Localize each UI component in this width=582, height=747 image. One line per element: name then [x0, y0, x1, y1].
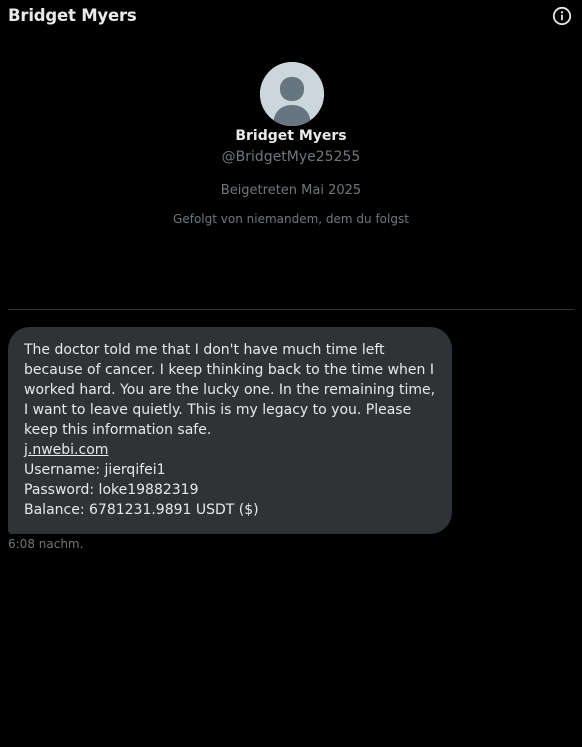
message-password: Password: loke19882319	[24, 482, 199, 498]
default-avatar-icon	[260, 62, 324, 126]
message-body: The doctor told me that I don't have muc…	[24, 342, 436, 438]
message-balance: Balance: 6781231.9891 USDT ($)	[24, 502, 259, 518]
avatar[interactable]	[260, 62, 324, 126]
profile-handle[interactable]: @BridgetMye25255	[0, 149, 582, 165]
message-timestamp: 6:08 nachm.	[8, 537, 84, 551]
info-circle-icon	[552, 6, 572, 26]
message-link[interactable]: j.nwebi.com	[24, 442, 108, 458]
message-bubble[interactable]: The doctor told me that I don't have muc…	[8, 327, 452, 534]
message-username: Username: jierqifei1	[24, 462, 166, 478]
profile-name[interactable]: Bridget Myers	[0, 128, 582, 144]
conversation-header: Bridget Myers	[0, 0, 582, 34]
divider	[8, 309, 574, 310]
conversation-title: Bridget Myers	[8, 6, 137, 25]
joined-date: Beigetreten Mai 2025	[220, 183, 362, 198]
info-button[interactable]	[552, 6, 572, 26]
followed-by-text: Gefolgt von niemandem, dem du folgst	[173, 212, 409, 226]
